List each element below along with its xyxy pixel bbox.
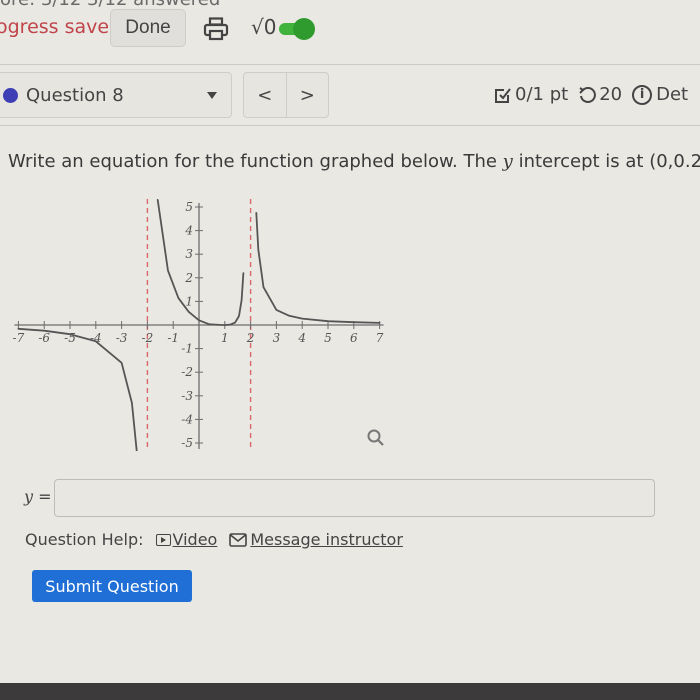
x-tick-label: 7 — [376, 331, 384, 345]
math-format-icon: √0 — [251, 15, 277, 39]
y-tick-label: 3 — [185, 247, 193, 261]
question-select-label: Question 8 — [26, 85, 124, 106]
score-checkbox-icon — [495, 87, 511, 103]
y-tick-label: -1 — [181, 342, 193, 356]
taskbar — [0, 683, 700, 700]
retry-icon — [579, 86, 597, 103]
answer-label-var: y — [24, 487, 34, 506]
x-tick-label: -4 — [90, 331, 102, 345]
y-tick-label: -4 — [181, 412, 193, 426]
y-tick-label: 2 — [184, 271, 193, 285]
answer-label-eq: = — [33, 487, 52, 506]
info-icon[interactable]: i — [632, 84, 653, 105]
submit-question-button[interactable]: Submit Question — [32, 570, 192, 602]
x-tick-label: -3 — [116, 331, 128, 345]
function-curve-right-branch — [255, 212, 381, 324]
video-icon — [155, 533, 171, 546]
x-tick-label: -7 — [13, 331, 25, 345]
question-help: Question Help: Video Message instructor — [25, 530, 403, 549]
question-text-part: intercept is at (0,0.2) — [512, 151, 700, 172]
answer-label: y = — [24, 487, 52, 506]
done-button[interactable]: Done — [110, 9, 186, 47]
y-tick-label: -5 — [181, 436, 193, 450]
math-format-toggle[interactable] — [279, 18, 315, 40]
next-question-button[interactable]: > — [285, 73, 329, 117]
printer-icon[interactable] — [203, 17, 229, 41]
retries-count: 20 — [599, 84, 623, 105]
y-tick-label: 5 — [185, 200, 193, 214]
question-text-part: Write an equation for the function graph… — [8, 151, 503, 172]
toggle-knob — [293, 18, 315, 40]
answer-input[interactable] — [54, 479, 655, 517]
video-link[interactable]: Video — [173, 530, 218, 549]
score-text: 0/1 pt — [515, 84, 569, 105]
score-summary-text: ore: 3/12 3/12 answered — [0, 0, 220, 10]
divider — [0, 64, 700, 65]
x-tick-label: 1 — [221, 331, 229, 345]
x-tick-label: 3 — [273, 331, 281, 345]
question-select[interactable]: Question 8 — [0, 72, 232, 118]
question-help-label: Question Help: — [25, 530, 144, 549]
message-instructor-link[interactable]: Message instructor — [250, 530, 403, 549]
progress-saved-status: ogress saved — [0, 16, 122, 38]
y-tick-label: 1 — [185, 294, 193, 308]
y-tick-label: 4 — [184, 224, 193, 238]
details-link[interactable]: Det — [656, 84, 688, 105]
x-tick-label: 6 — [350, 331, 358, 345]
x-tick-label: 2 — [246, 331, 255, 345]
question-variable: y — [502, 151, 513, 172]
question-meta: 0/1 pt 20 i Det — [494, 84, 688, 105]
x-tick-label: -1 — [167, 331, 179, 345]
axes: -7 -6 -5 -4 -3 -2 -1 1 2 3 4 5 6 754321-1-2-3-4-5 — [13, 200, 384, 450]
mail-icon — [229, 532, 248, 547]
function-curve-middle-branch — [156, 199, 245, 326]
x-tick-label: 5 — [324, 331, 332, 345]
x-tick-label: 4 — [297, 331, 306, 345]
x-tick-label: -6 — [38, 331, 50, 345]
function-graph: -7 -6 -5 -4 -3 -2 -1 1 2 3 4 5 6 754321-1-2-3-4-5 — [13, 199, 384, 451]
previous-question-button[interactable]: < — [244, 73, 286, 117]
function-curve-left-branch — [17, 327, 138, 451]
question-status-dot — [3, 88, 18, 103]
y-tick-label: -2 — [181, 365, 193, 379]
caret-down-icon — [207, 92, 217, 99]
divider — [0, 125, 700, 126]
magnify-icon[interactable] — [366, 428, 386, 448]
x-tick-label: -2 — [142, 331, 154, 345]
question-nav-group: < > — [243, 72, 329, 118]
question-text: Write an equation for the function graph… — [8, 151, 700, 172]
y-tick-label: -3 — [181, 389, 193, 403]
